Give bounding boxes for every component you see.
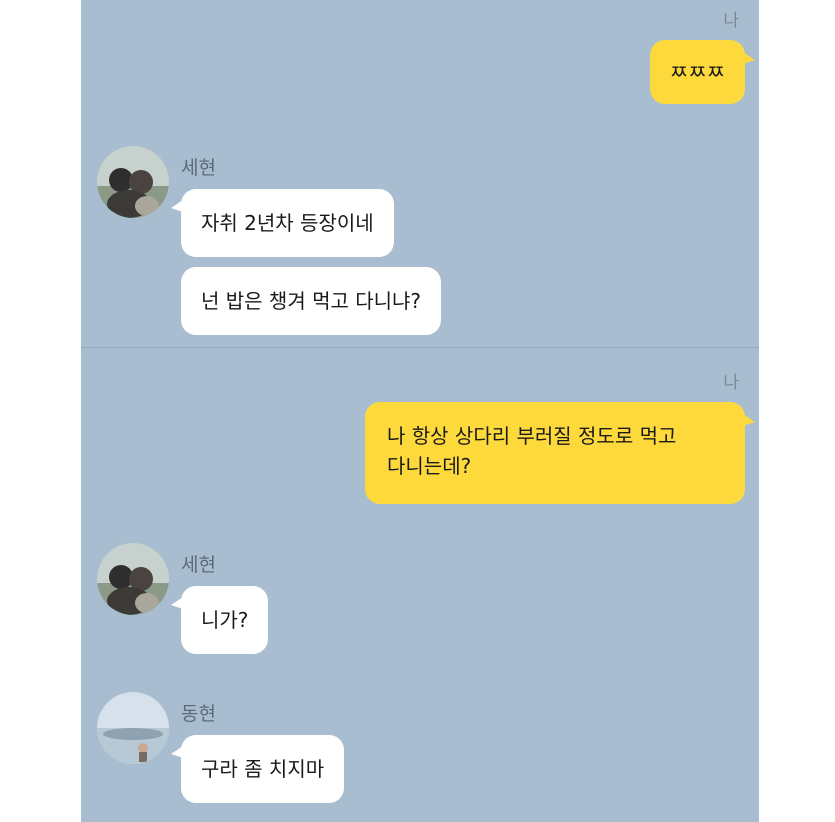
message-bubble-incoming[interactable]: 자취 2년차 등장이네 [181, 189, 394, 257]
chat-room[interactable]: 나 ㅉㅉㅉ 세현 자취 2년차 등장이네 넌 밥은 챙겨 먹고 다니냐? 나 나… [81, 0, 759, 822]
sender-name: 세현 [181, 157, 216, 179]
sender-name-me: 나 [723, 373, 739, 393]
profile-photo-icon [97, 692, 169, 764]
avatar-sehyun[interactable] [97, 146, 169, 218]
bubble-tail [743, 414, 755, 426]
message-bubble-incoming[interactable]: 넌 밥은 챙겨 먹고 다니냐? [181, 267, 442, 335]
avatar-donghyun[interactable] [97, 692, 169, 764]
sender-name: 동현 [181, 703, 216, 725]
message-text: ㅉㅉㅉ [669, 60, 725, 84]
message-bubble-outgoing[interactable]: 나 항상 상다리 부러질 정도로 먹고 다니는데? [365, 402, 745, 504]
message-text-line: 다니는데? [387, 454, 472, 478]
message-text: 니가? [201, 608, 249, 632]
profile-photo-icon [97, 146, 169, 218]
message-bubble-incoming[interactable]: 니가? [181, 586, 269, 654]
bubble-tail [743, 52, 755, 64]
divider [81, 347, 759, 348]
message-bubble-outgoing[interactable]: ㅉㅉㅉ [649, 40, 745, 104]
message-text-line: 나 항상 상다리 부러질 정도로 먹고 [387, 424, 677, 448]
message-text: 자취 2년차 등장이네 [201, 211, 374, 235]
message-text: 넌 밥은 챙겨 먹고 다니냐? [201, 289, 422, 313]
sender-name-me: 나 [723, 11, 739, 31]
message-bubble-incoming[interactable]: 구라 좀 치지마 [181, 735, 345, 803]
sender-name: 세현 [181, 554, 216, 576]
message-text: 구라 좀 치지마 [201, 757, 325, 781]
avatar-sehyun[interactable] [97, 543, 169, 615]
profile-photo-icon [97, 543, 169, 615]
